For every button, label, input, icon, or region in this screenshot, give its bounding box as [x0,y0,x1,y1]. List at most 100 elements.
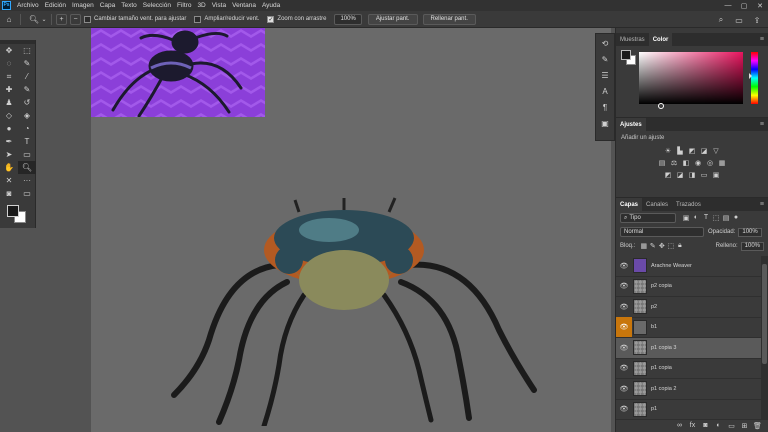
layer-name[interactable]: p2 copia [651,283,672,289]
foreground-color-swatch[interactable] [621,50,631,60]
invert-icon[interactable]: ◩ [662,170,674,180]
photo-filter-icon[interactable]: ◉ [692,158,704,168]
fill-screen-button[interactable]: Rellenar pant. [422,13,476,25]
lasso-icon[interactable]: ◌ [0,57,18,70]
layer-row[interactable]: 👁︎ p2 [616,297,761,318]
eraser-icon[interactable]: ◇ [0,109,18,122]
layer-name[interactable]: p1 copia 2 [651,386,676,392]
paragraph-panel-icon[interactable]: ¶ [596,100,614,114]
lock-position-icon[interactable]: ✥ [657,242,666,250]
adjustment-filter-icon[interactable]: ◐ [691,214,701,222]
layer-thumbnail[interactable] [633,360,647,376]
threshold-icon[interactable]: ◨ [686,170,698,180]
layer-row[interactable]: 👁︎ p1 copia 3 [616,338,761,359]
properties-icon[interactable]: ☰ [596,68,614,82]
layer-name[interactable]: p2 [651,304,657,310]
quick-mask-icon[interactable]: ◙ [0,187,18,200]
layer-name[interactable]: b1 [651,324,657,330]
selective-color-icon[interactable]: ▣ [710,170,722,180]
hand-icon[interactable]: ✋ [0,161,18,174]
layer-thumbnail[interactable] [633,299,647,315]
menu-item[interactable]: 3D [194,2,208,9]
smart-object-filter-icon[interactable]: ▤ [721,214,731,222]
visibility-eye-icon[interactable]: 👁︎ [616,256,632,276]
libraries-icon[interactable]: ▣ [596,116,614,130]
stamp-icon[interactable]: ♟ [0,96,18,109]
saturation-brightness-field[interactable] [639,52,743,104]
layer-thumbnail[interactable] [633,319,647,335]
path-select-icon[interactable]: ➤ [0,148,18,161]
checkbox-box[interactable] [194,15,202,23]
pixel-filter-icon[interactable]: ▣ [681,214,691,222]
zoom-all-windows-checkbox[interactable]: Ampliar/reducir vent. [194,15,259,23]
eyedropper-icon[interactable]: ⁄ [18,70,36,83]
chevron-down-icon[interactable]: ⌄ [41,12,47,26]
menu-item[interactable]: Filtro [174,2,194,9]
menu-item[interactable]: Imagen [69,2,97,9]
character-panel-icon[interactable]: A [596,84,614,98]
menu-item[interactable]: Vista [209,2,229,9]
black-white-icon[interactable]: ◧ [680,158,692,168]
delete-layer-icon[interactable]: 🗑︎ [751,422,764,430]
type-icon[interactable]: T [18,135,36,148]
layer-row[interactable]: 👁︎ b1 [616,317,761,338]
tab-layers[interactable]: Capas [616,198,643,211]
history-brush-icon[interactable]: ↺ [18,96,36,109]
layer-row[interactable]: 👁︎ p2 copia [616,276,761,297]
canvas-area[interactable] [37,28,615,432]
quick-select-icon[interactable]: ✎ [18,57,36,70]
resize-windows-checkbox[interactable]: Cambiar tamaño vent. para ajustar [84,15,186,23]
healing-icon[interactable]: ✚ [0,83,18,96]
panel-menu-icon[interactable]: ≡ [760,198,768,211]
panel-menu-icon[interactable]: ≡ [760,33,768,46]
layer-thumbnail[interactable] [633,278,647,294]
lock-all-icon[interactable]: 🔒︎ [675,242,684,250]
layers-scrollbar-thumb[interactable] [762,264,767,364]
blend-mode-select[interactable]: Normal [620,227,704,237]
lock-transparency-icon[interactable]: ▦ [639,242,648,250]
new-group-icon[interactable]: ▭ [725,422,738,430]
layer-name[interactable]: p1 copia [651,365,672,371]
paint-bucket-icon[interactable]: ◈ [18,109,36,122]
color-lookup-icon[interactable]: ▦ [716,158,728,168]
opacity-field[interactable]: 100% [738,227,762,237]
tab-color[interactable]: Color [648,33,673,46]
move-icon[interactable]: ✥ [0,44,18,57]
zoom-icon[interactable]: 🔍︎ [18,161,36,174]
home-icon[interactable]: ⌂ [2,12,16,26]
color-balance-icon[interactable]: ⚖ [668,158,680,168]
zoom-out-button[interactable]: − [70,13,81,25]
layer-name[interactable]: p1 copia 3 [651,345,676,351]
menu-item[interactable]: Capa [97,2,119,9]
visibility-eye-icon[interactable]: 👁︎ [616,379,632,399]
posterize-icon[interactable]: ◪ [674,170,686,180]
visibility-eye-icon[interactable]: 👁︎ [616,399,632,419]
layer-row[interactable]: 👁︎ Arachne Weaver [616,256,761,277]
tab-adjustments[interactable]: Ajustes [616,118,646,131]
foreground-color-swatch[interactable] [7,205,19,217]
channel-mixer-icon[interactable]: ◎ [704,158,716,168]
layers-scrollbar[interactable] [761,256,768,420]
marquee-icon[interactable]: ⬚ [18,44,36,57]
zoom-value-field[interactable]: 100% [334,13,362,25]
visibility-eye-icon[interactable]: 👁︎ [616,276,632,296]
panel-menu-icon[interactable]: ≡ [760,118,768,131]
filter-toggle-icon[interactable]: ● [731,214,741,222]
pen-icon[interactable]: ✒ [0,135,18,148]
dodge-icon[interactable]: ◔ [18,122,36,135]
visibility-eye-icon[interactable]: 👁︎ [616,358,632,378]
search-icon[interactable]: ⌕ [714,13,728,27]
link-layers-icon[interactable]: ∞ [673,422,686,429]
visibility-eye-icon[interactable]: 👁︎ [616,297,632,317]
close-icon[interactable]: ✕ [752,0,768,11]
layer-thumbnail[interactable] [633,340,647,356]
brightness-contrast-icon[interactable]: ☀ [662,146,674,156]
tab-channels[interactable]: Canales [642,198,672,211]
layer-thumbnail[interactable] [633,258,647,274]
adjustment-layer-icon[interactable]: ◐ [712,422,725,429]
menu-item[interactable]: Ventana [229,2,259,9]
hue-saturation-icon[interactable]: ▤ [656,158,668,168]
screen-mode-icon[interactable]: ▭ [18,187,36,200]
layer-row[interactable]: 👁︎ p1 copia 2 [616,379,761,400]
type-filter-icon[interactable]: T [701,214,711,222]
